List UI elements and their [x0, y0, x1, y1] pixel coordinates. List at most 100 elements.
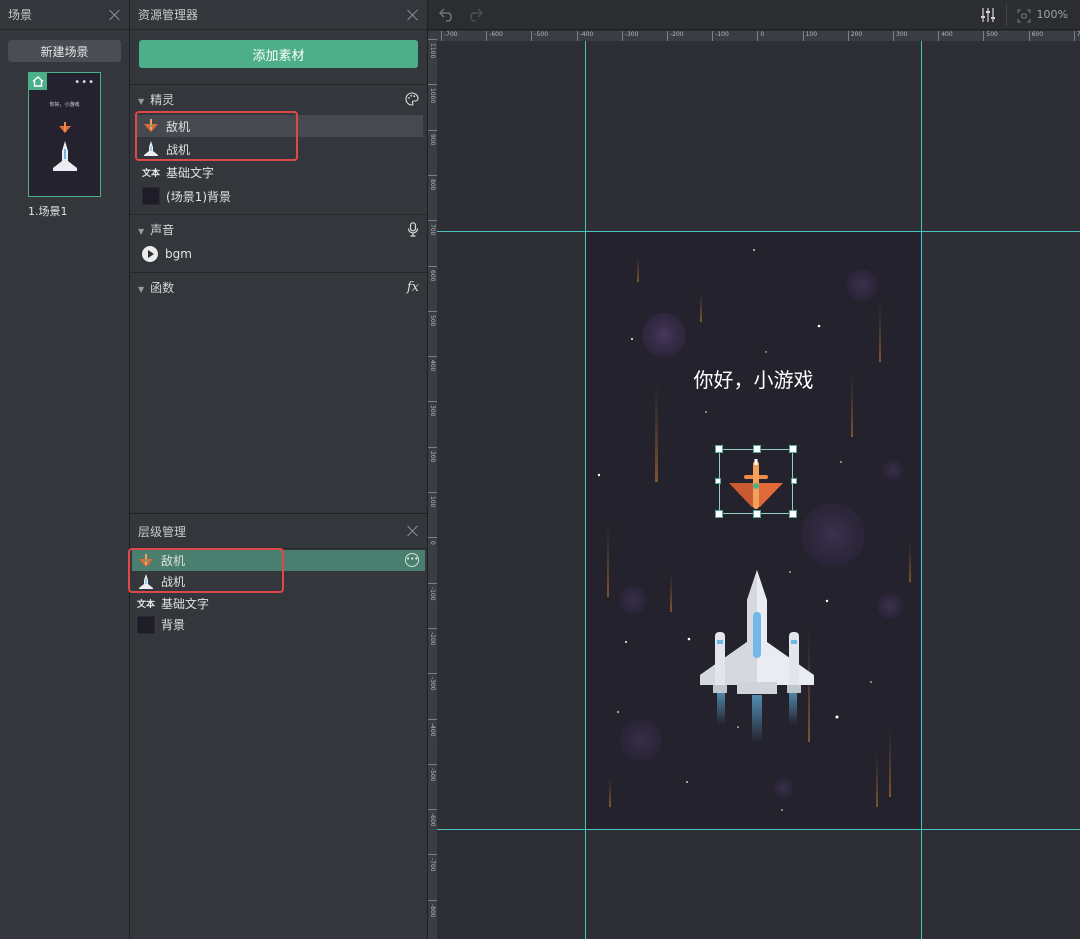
stage-title-text[interactable]: 你好，小游戏: [586, 364, 921, 393]
ruler-tick-label: 600: [428, 265, 437, 281]
ruler-tick-label: 800: [428, 174, 437, 190]
more-options-icon[interactable]: •••: [405, 553, 419, 567]
resize-handle[interactable]: [715, 510, 723, 518]
canvas-area[interactable]: 100% -700 -600 -500 -400 -300 -200 -100 0 100 200…: [428, 0, 1080, 939]
asset-item-label: bgm: [165, 247, 192, 261]
ruler-tick-label: 200: [428, 446, 437, 462]
ruler-tick-label: 0: [428, 537, 437, 545]
resize-handle[interactable]: [715, 478, 721, 484]
resize-handle[interactable]: [715, 445, 723, 453]
redo-icon[interactable]: [466, 6, 484, 26]
divider: [130, 84, 427, 85]
ruler-tick-label: 400: [428, 356, 437, 372]
sprites-section-title: 精灵: [150, 92, 175, 107]
ruler-tick-label: -200: [667, 31, 684, 41]
ruler-tick-label: -200: [428, 627, 437, 646]
scene-panel: 场景 新建场景 ••• 你好，小游戏 1.场景1: [0, 0, 130, 939]
selection-box[interactable]: [715, 445, 797, 518]
ruler-tick-label: 600: [1028, 31, 1043, 41]
ruler-tick-label: -500: [531, 31, 548, 41]
scene-name[interactable]: 1.场景1: [28, 203, 68, 219]
ruler-tick-label: 700: [1073, 31, 1080, 41]
adjust-settings-icon[interactable]: [980, 7, 996, 27]
asset-item-label: 基础文字: [166, 165, 215, 180]
ruler-tick-label: -300: [621, 31, 638, 41]
resize-handle[interactable]: [789, 445, 797, 453]
toolbar-divider: [1006, 4, 1007, 26]
ruler-tick-label: 300: [428, 401, 437, 417]
collapse-triangle-icon: ▼: [138, 226, 145, 236]
layer-panel-header: 层级管理: [130, 514, 427, 549]
collapse-triangle-icon: ▼: [138, 284, 145, 294]
sound-section-header[interactable]: ▼ 声音: [130, 218, 427, 240]
play-icon[interactable]: [142, 246, 158, 262]
layer-item-basic-text[interactable]: 文本 基础文字: [132, 593, 425, 614]
layer-panel-title: 层级管理: [138, 524, 187, 539]
text-icon: 文本: [142, 168, 161, 179]
close-icon[interactable]: [407, 9, 419, 21]
resize-handle[interactable]: [791, 478, 797, 484]
guide-line: [437, 829, 1080, 830]
background-thumbnail: [137, 615, 155, 634]
function-icon[interactable]: fx: [407, 280, 419, 295]
ruler-tick-label: 300: [893, 31, 907, 41]
asset-panel-header: 资源管理器: [130, 0, 427, 30]
ruler-tick-label: -600: [428, 809, 437, 827]
ruler-tick-label: 500: [428, 310, 437, 326]
asset-manager-panel: 资源管理器 添加素材 ▼ 精灵 敌机 战机 文本 基础文字 (场景1)背景 ▼ 声音: [130, 0, 428, 513]
ruler-tick-label: 700: [428, 220, 437, 236]
palette-icon[interactable]: [405, 92, 419, 106]
asset-item-bgm[interactable]: bgm: [136, 243, 423, 265]
more-options-icon[interactable]: •••: [74, 77, 95, 88]
microphone-icon[interactable]: [407, 221, 419, 237]
layer-item-label: 背景: [161, 618, 186, 632]
scene-thumbnail[interactable]: ••• 你好，小游戏: [28, 72, 101, 197]
undo-icon[interactable]: [438, 6, 456, 26]
scene-panel-title: 场景: [8, 8, 33, 22]
functions-section-header[interactable]: ▼ 函数 fx: [130, 276, 427, 298]
resize-handle[interactable]: [753, 510, 761, 518]
ruler-tick-label: -400: [576, 31, 593, 41]
ruler-tick-label: 400: [938, 31, 953, 41]
resize-handle[interactable]: [753, 445, 761, 453]
ruler-tick-label: -100: [712, 31, 729, 41]
asset-item-background[interactable]: (场景1)背景: [136, 185, 423, 207]
sprites-section-header[interactable]: ▼ 精灵: [130, 88, 427, 110]
ruler-tick-label: -800: [428, 899, 437, 917]
asset-item-basic-text[interactable]: 文本 基础文字: [136, 161, 423, 183]
ruler-tick-label: -700: [441, 31, 458, 41]
background-thumbnail: [142, 187, 160, 205]
fighter-jet-sprite[interactable]: [697, 570, 817, 745]
zoom-level[interactable]: 100%: [1037, 8, 1068, 21]
new-scene-button[interactable]: 新建场景: [8, 40, 121, 62]
horizontal-ruler: -700 -600 -500 -400 -300 -200 -100 0 100 200 300 40…: [437, 31, 1080, 41]
close-icon[interactable]: [109, 9, 121, 21]
functions-section-title: 函数: [150, 280, 175, 295]
ruler-tick-label: 0: [757, 31, 764, 41]
collapse-triangle-icon: ▼: [138, 96, 145, 106]
layer-item-label: 基础文字: [161, 597, 210, 611]
asset-item-label: (场景1)背景: [166, 189, 231, 204]
highlight-annotation: [128, 548, 284, 593]
ruler-tick-label: 200: [847, 31, 862, 41]
layer-item-background[interactable]: 背景: [132, 614, 425, 635]
resize-handle[interactable]: [789, 510, 797, 518]
ruler-tick-label: -300: [428, 673, 437, 691]
ruler-tick-label: 1000: [428, 84, 437, 104]
ruler-tick-label: 900: [428, 129, 437, 145]
ruler-tick-label: 500: [983, 31, 998, 41]
home-icon: [29, 73, 47, 90]
sound-section-title: 声音: [150, 222, 175, 237]
add-asset-button[interactable]: 添加素材: [139, 40, 418, 68]
guide-line: [921, 41, 922, 939]
close-icon[interactable]: [407, 525, 419, 537]
ruler-tick-label: 1100: [428, 39, 437, 58]
text-icon: 文本: [137, 600, 156, 610]
ruler-tick-label: 100: [802, 31, 817, 41]
ruler-tick-label: 100: [428, 492, 437, 507]
vertical-ruler: 1100 1000 900 800 700 600 500 400 300 200 100 0 -100…: [428, 31, 437, 939]
game-stage[interactable]: 你好，小游戏: [586, 232, 921, 829]
fit-screen-icon[interactable]: [1017, 8, 1031, 27]
divider: [130, 214, 427, 215]
highlight-annotation: [135, 111, 298, 161]
